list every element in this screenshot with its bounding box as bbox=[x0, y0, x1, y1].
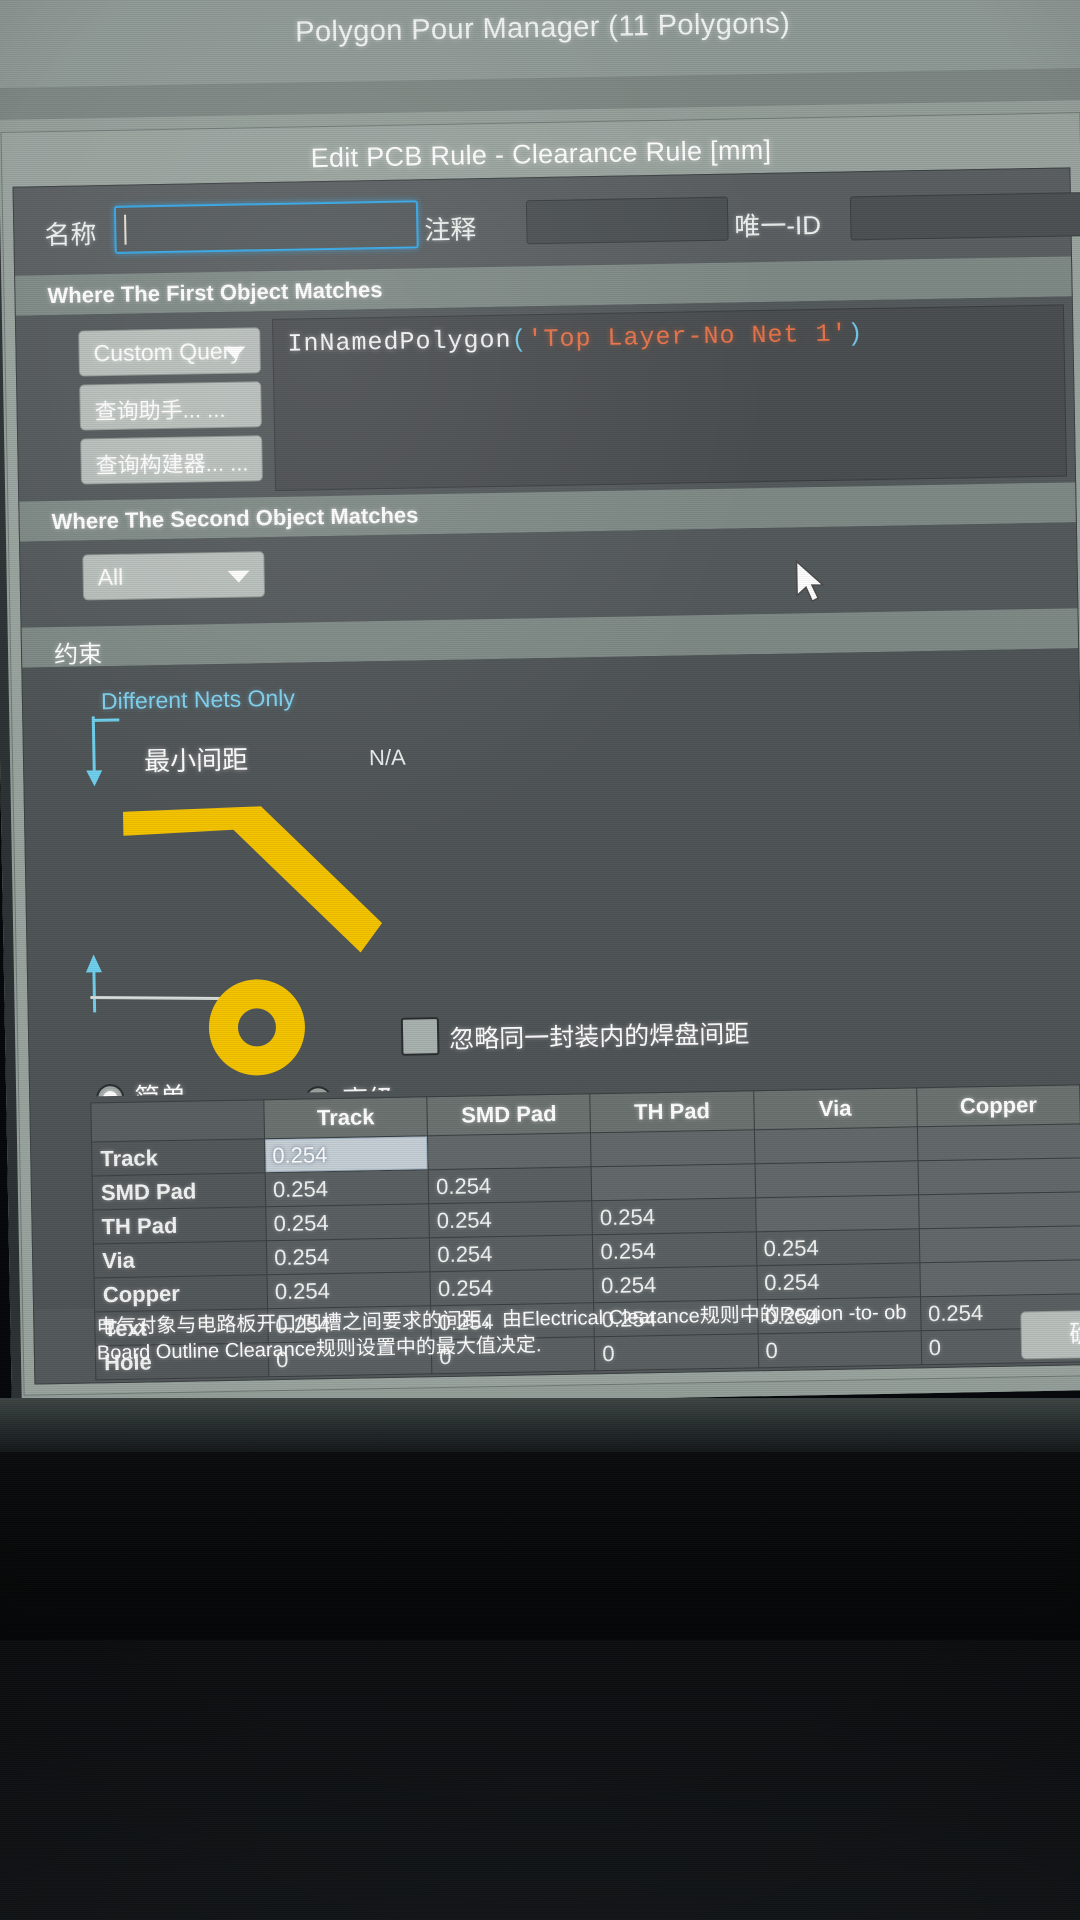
matrix-row-header: Via bbox=[93, 1240, 267, 1278]
matrix-cell-empty[interactable] bbox=[755, 1194, 920, 1232]
matrix-cell[interactable]: 0.254 bbox=[264, 1135, 429, 1173]
query-expression-editor[interactable]: InNamedPolygon('Top Layer-No Net 1') bbox=[271, 304, 1068, 491]
query-builder-label: 查询构建器... ... bbox=[95, 450, 249, 479]
comment-input[interactable] bbox=[525, 196, 729, 245]
query-close-paren: ) bbox=[847, 319, 864, 349]
matrix-col-header-thpad[interactable]: TH Pad bbox=[590, 1090, 754, 1133]
comment-label: 注释 bbox=[424, 214, 477, 246]
second-object-scope-select[interactable]: All bbox=[82, 551, 266, 601]
matrix-cell-empty[interactable] bbox=[427, 1132, 592, 1170]
matrix-cell-empty[interactable] bbox=[917, 1157, 1080, 1195]
matrix-row-header: SMD Pad bbox=[92, 1172, 266, 1210]
matrix-cell[interactable]: 0.254 bbox=[266, 1237, 431, 1275]
matrix-cell[interactable]: 0.254 bbox=[755, 1228, 920, 1266]
first-object-scope-select[interactable]: Custom Query bbox=[78, 327, 261, 377]
matrix-cell[interactable]: 0.254 bbox=[428, 1200, 593, 1238]
matrix-cell-empty[interactable] bbox=[919, 1259, 1080, 1297]
query-argument: 'Top Layer-No Net 1' bbox=[527, 319, 848, 355]
matrix-cell[interactable]: 0.254 bbox=[592, 1231, 757, 1269]
edit-pcb-rule-dialog: Edit PCB Rule - Clearance Rule [mm] 名称 注… bbox=[0, 112, 1080, 1396]
query-helper-button[interactable]: 查询助手... ... bbox=[79, 381, 262, 431]
desk-foreground bbox=[0, 1640, 1080, 1920]
ignore-pad-clearance-checkbox[interactable] bbox=[400, 1017, 440, 1056]
chevron-down-icon bbox=[223, 346, 246, 359]
matrix-cell[interactable]: 0.254 bbox=[430, 1268, 594, 1306]
matrix-cell-empty[interactable] bbox=[917, 1123, 1080, 1161]
second-object-scope-value: All bbox=[97, 563, 124, 591]
ignore-pad-clearance-label: 忽略同一封装内的焊盘间距 bbox=[448, 1020, 750, 1054]
query-builder-button[interactable]: 查询构建器... ... bbox=[80, 435, 263, 485]
mouse-cursor-icon bbox=[795, 559, 825, 603]
unique-id-input[interactable] bbox=[849, 192, 1080, 241]
matrix-cell[interactable]: 0.254 bbox=[265, 1169, 429, 1207]
matrix-cell-empty[interactable] bbox=[919, 1225, 1080, 1263]
unique-id-label: 唯一-ID bbox=[734, 209, 822, 242]
matrix-cell[interactable]: 0.254 bbox=[266, 1271, 431, 1309]
query-function-name: InNamedPolygon bbox=[287, 325, 512, 359]
text-caret bbox=[124, 214, 127, 245]
monitor-bezel bbox=[0, 1398, 1080, 1458]
matrix-cell[interactable]: 0.254 bbox=[428, 1166, 593, 1204]
matrix-cell-empty[interactable] bbox=[754, 1160, 919, 1198]
ok-button[interactable]: 确 bbox=[1020, 1309, 1080, 1360]
query-open-paren: ( bbox=[511, 325, 528, 355]
query-expression-text: InNamedPolygon('Top Layer-No Net 1') bbox=[287, 319, 864, 359]
matrix-row-header: Copper bbox=[94, 1274, 268, 1312]
monitor-screen: Polygon Pour Manager (11 Polygons) Edit … bbox=[0, 0, 1080, 1410]
clearance-matrix-area: Track SMD Pad TH Pad Via Copper Track 0.… bbox=[30, 1078, 1080, 1380]
first-object-query-area: Custom Query 查询助手... ... 查询构建器... ... In… bbox=[15, 296, 1076, 502]
screen-photo: Polygon Pour Manager (11 Polygons) Edit … bbox=[0, 0, 1080, 1920]
matrix-cell[interactable]: 0.254 bbox=[756, 1262, 921, 1300]
matrix-cell[interactable]: 0.254 bbox=[593, 1265, 758, 1303]
matrix-cell[interactable]: 0.254 bbox=[592, 1197, 756, 1235]
app-window-title: Polygon Pour Manager (11 Polygons) bbox=[294, 7, 791, 49]
dialog-body: 名称 注释 唯一-ID Where The First Object Match… bbox=[12, 167, 1080, 1385]
matrix-cell[interactable]: 0.254 bbox=[265, 1203, 430, 1241]
name-input[interactable] bbox=[113, 200, 419, 254]
name-label: 名称 bbox=[44, 219, 97, 251]
chevron-down-icon bbox=[227, 570, 250, 583]
matrix-cell[interactable]: 0.254 bbox=[429, 1234, 594, 1272]
matrix-cell-empty[interactable] bbox=[590, 1129, 755, 1167]
constraints-section-title: 约束 bbox=[53, 641, 103, 670]
matrix-cell-empty[interactable] bbox=[591, 1163, 756, 1201]
matrix-corner-header bbox=[90, 1099, 265, 1142]
matrix-col-header-smdpad[interactable]: SMD Pad bbox=[426, 1093, 591, 1136]
matrix-row-header: TH Pad bbox=[92, 1206, 267, 1244]
matrix-col-header-track[interactable]: Track bbox=[263, 1096, 428, 1139]
first-object-scope-value: Custom Query bbox=[93, 337, 243, 367]
first-object-section-title: Where The First Object Matches bbox=[47, 276, 383, 309]
matrix-cell-empty[interactable] bbox=[918, 1191, 1080, 1229]
matrix-row-header: Track bbox=[91, 1138, 266, 1176]
constraints-area: Different Nets Only 最小间距 N/A 忽略同一封装内的焊盘间… bbox=[22, 648, 1080, 1115]
matrix-col-header-via[interactable]: Via bbox=[753, 1087, 918, 1130]
matrix-col-header-copper[interactable]: Copper bbox=[916, 1084, 1080, 1127]
matrix-cell-empty[interactable] bbox=[753, 1126, 918, 1164]
query-helper-label: 查询助手... ... bbox=[94, 396, 226, 425]
second-object-section-title: Where The Second Object Matches bbox=[51, 502, 419, 535]
